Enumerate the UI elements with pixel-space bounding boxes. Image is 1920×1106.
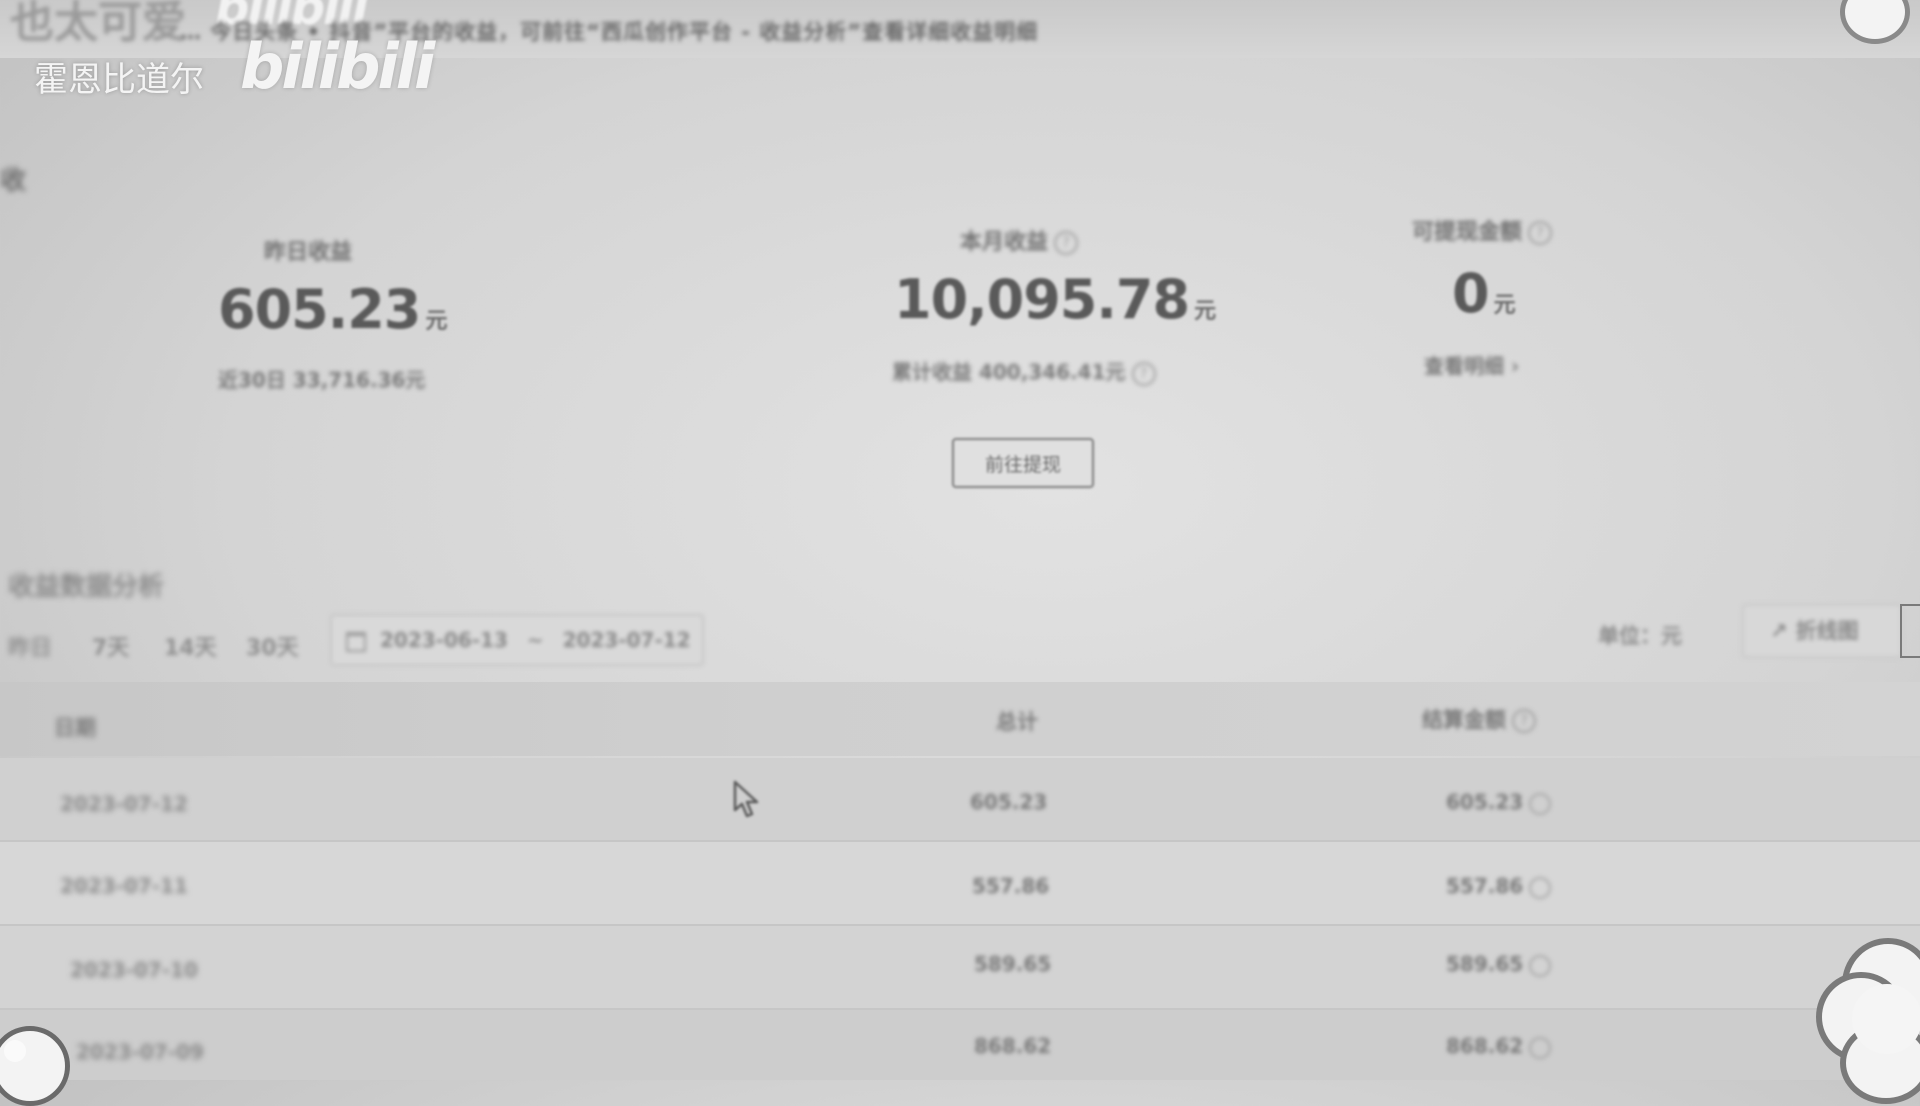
watermark-username: 霍恩比道尔: [34, 60, 204, 100]
row-amount-group: 557.86: [1446, 874, 1552, 899]
tab-yesterday[interactable]: 昨日: [8, 630, 52, 662]
line-chart-icon: ↗: [1770, 619, 1788, 643]
cumulative-income-group: 累计收益 400,346.41元?: [892, 356, 1156, 386]
clock-icon: [1529, 954, 1552, 977]
income-analysis-title: 收益数据分析: [8, 572, 165, 602]
help-icon[interactable]: ?: [1528, 221, 1553, 245]
column-header-amount-group: 结算金额?: [1422, 704, 1536, 734]
row-amount-group: 868.62: [1446, 1034, 1552, 1059]
month-income-label-group: 本月收益?: [960, 224, 1079, 256]
clock-icon: [1529, 792, 1552, 815]
row-total: 605.23: [970, 790, 1048, 814]
help-icon[interactable]: ?: [1512, 709, 1536, 733]
yesterday-income-unit: 元: [425, 309, 448, 334]
row-amount: 557.86: [1446, 874, 1524, 898]
cloud-sticker-bottom-left: [0, 1026, 80, 1106]
date-end: 2023-07-12: [562, 628, 691, 652]
date-separator: ~: [526, 628, 544, 652]
help-icon[interactable]: ?: [1131, 361, 1156, 386]
row-date: 2023-07-09: [76, 1040, 204, 1064]
column-header-amount: 结算金额: [1422, 708, 1506, 732]
go-withdraw-button[interactable]: 前往提现: [952, 438, 1094, 488]
withdrawable-value-group: 0 元: [1452, 262, 1516, 325]
mouse-pointer-icon: [733, 780, 759, 818]
clock-icon: [1529, 876, 1552, 899]
table-row[interactable]: 2023-07-10 589.65 589.65: [0, 926, 1920, 1010]
yesterday-income-value-group: 605.23 元: [218, 278, 448, 341]
withdrawable-unit: 元: [1493, 293, 1516, 318]
view-details-link[interactable]: 查看明细 ›: [1424, 350, 1519, 379]
row-amount: 868.62: [1446, 1034, 1524, 1058]
unit-label: 单位：元: [1598, 624, 1682, 648]
withdrawable-label-group: 可提现金额?: [1412, 214, 1553, 246]
clock-icon: [1529, 1036, 1552, 1059]
row-date: 2023-07-10: [70, 958, 198, 982]
table-row[interactable]: 2023-07-11 557.86 557.86: [0, 842, 1920, 926]
yesterday-income-label: 昨日收益: [264, 240, 353, 265]
date-range-picker[interactable]: 2023-06-13 ~ 2023-07-12: [330, 614, 704, 666]
table-header: [0, 682, 1920, 756]
row-total: 589.65: [974, 952, 1052, 976]
month-income-value: 10,095.78: [894, 268, 1190, 331]
withdrawable-value: 0: [1452, 262, 1490, 325]
table-row[interactable]: 2023-07-09 868.62 868.62: [0, 1010, 1920, 1080]
cumulative-income: 累计收益 400,346.41元: [892, 360, 1126, 384]
month-income-value-group: 10,095.78 元: [894, 268, 1216, 331]
table-row[interactable]: 2023-07-12 605.23 605.23: [0, 758, 1920, 842]
row-amount-group: 589.65: [1446, 952, 1552, 977]
column-header-date: 日期: [54, 716, 96, 740]
row-amount: 589.65: [1446, 952, 1524, 976]
cloud-sticker-bottom-right: [1812, 926, 1920, 1104]
watermark-bilibili-logo: bilibili: [240, 30, 435, 103]
help-icon[interactable]: ?: [1054, 231, 1079, 255]
date-start: 2023-06-13: [380, 628, 508, 652]
month-income-label: 本月收益: [960, 230, 1049, 255]
calendar-icon: [346, 631, 366, 652]
month-income-unit: 元: [1194, 299, 1217, 324]
yesterday-income-value: 605.23: [218, 278, 421, 341]
column-header-total: 总计: [996, 710, 1038, 734]
row-total: 557.86: [972, 874, 1050, 898]
row-amount: 605.23: [1446, 790, 1524, 814]
row-amount-group: 605.23: [1446, 790, 1552, 815]
row-date: 2023-07-11: [60, 874, 188, 898]
line-chart-button[interactable]: ↗ 折线图: [1742, 604, 1902, 658]
cloud-sticker-top-right: [1832, 0, 1912, 44]
withdrawable-label: 可提现金额: [1412, 220, 1523, 245]
page-header-title: 也太可爱: [10, 0, 186, 48]
last-30-days-income: 近30日 33,716.36元: [218, 368, 426, 392]
tab-30-days[interactable]: 30天: [246, 630, 299, 662]
table-view-button[interactable]: [1900, 604, 1920, 658]
line-chart-button-label: 折线图: [1795, 619, 1859, 643]
tab-7-days[interactable]: 7天: [92, 630, 129, 662]
row-date: 2023-07-12: [60, 792, 188, 816]
row-total: 868.62: [974, 1034, 1052, 1058]
section-title-fragment: 收: [0, 166, 27, 196]
tab-14-days[interactable]: 14天: [164, 630, 217, 662]
